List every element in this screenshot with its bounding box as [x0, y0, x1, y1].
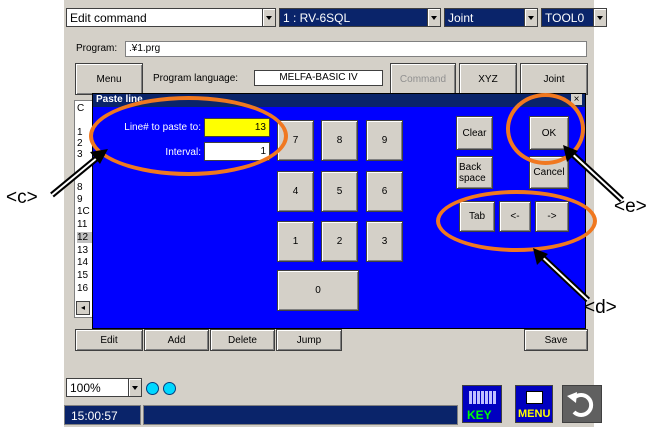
annotation-arrows [50, 145, 625, 303]
callout-d: <d> [584, 297, 617, 318]
callout-c: <c> [6, 187, 38, 208]
arrow-d-inner [537, 252, 589, 301]
arrow-e-inner [567, 149, 623, 201]
arrow-c-inner [51, 152, 104, 196]
callout-e: <e> [614, 196, 647, 217]
